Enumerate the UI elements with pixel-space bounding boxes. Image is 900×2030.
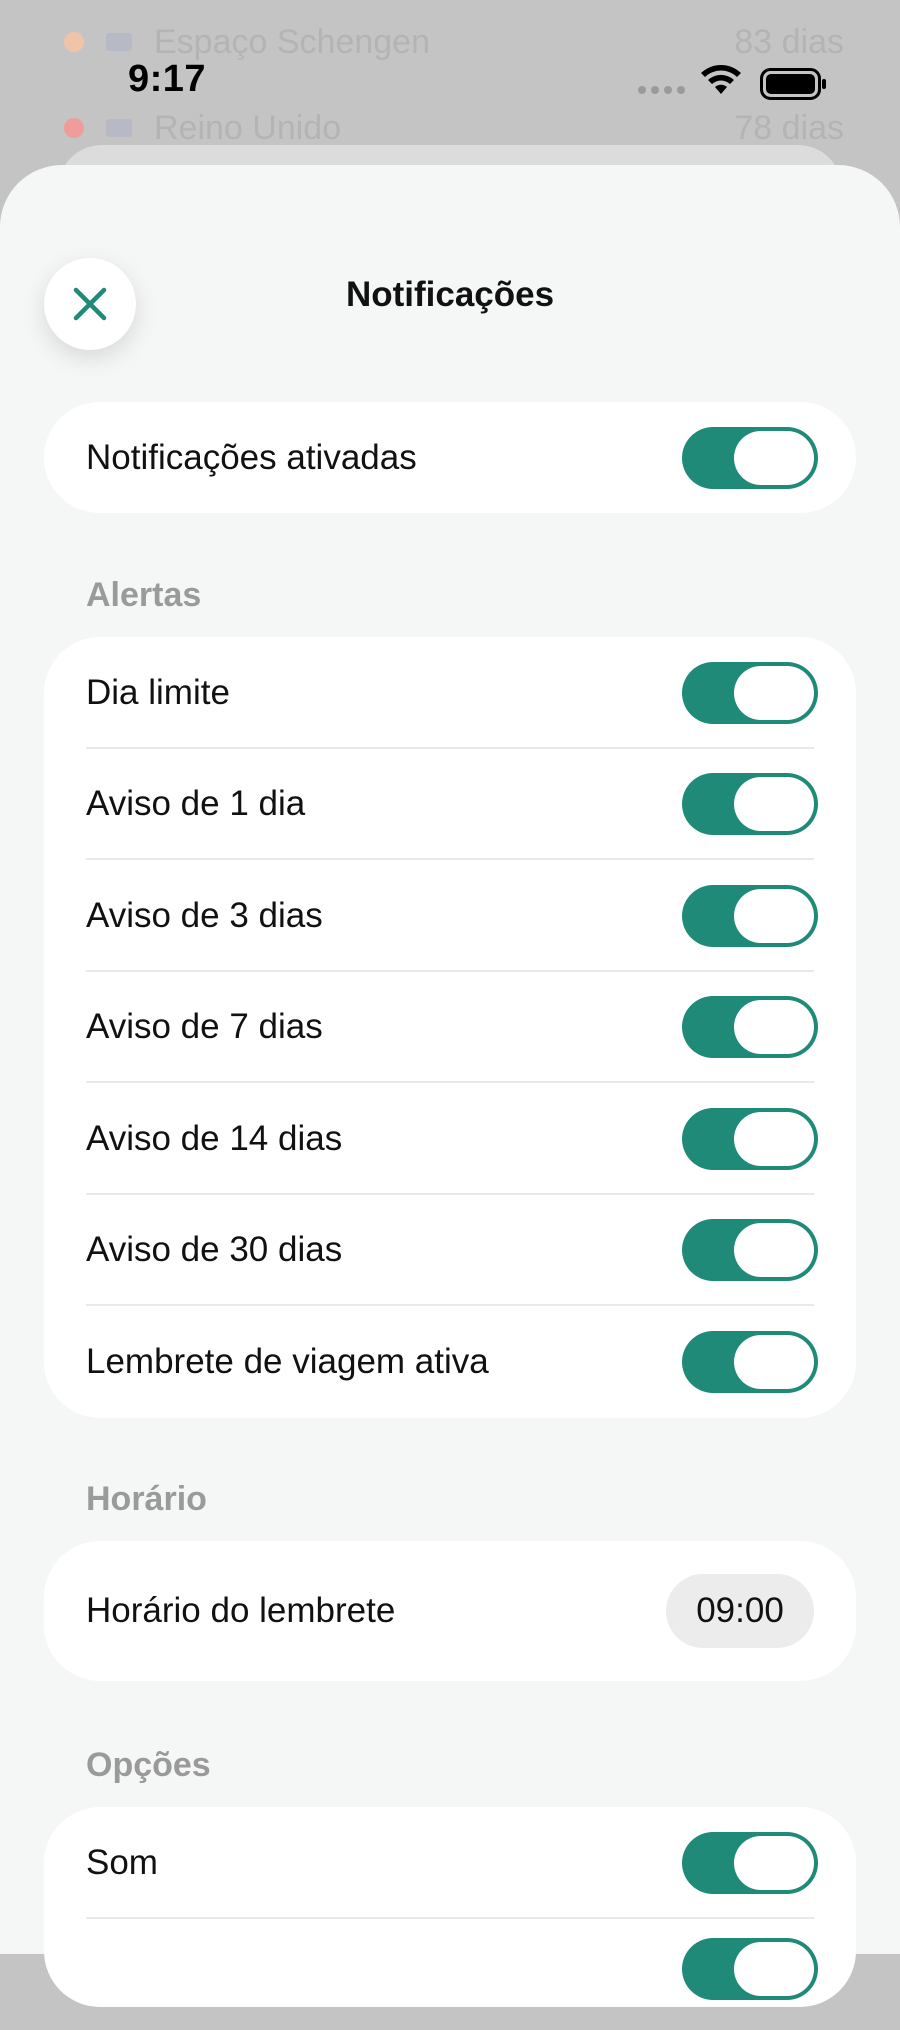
alert-toggle-3-days[interactable] [682, 885, 818, 947]
time-card: Horário do lembrete 09:00 [44, 1541, 856, 1681]
notifications-sheet: Notificações Notificações ativadas Alert… [0, 165, 900, 1954]
alert-toggle-7-days[interactable] [682, 996, 818, 1058]
flag-icon [106, 33, 132, 51]
flag-icon [106, 119, 132, 137]
options-card: Som [44, 1807, 856, 2007]
alert-label: Aviso de 14 dias [86, 1119, 342, 1159]
alert-toggle-deadline[interactable] [682, 662, 818, 724]
background-item-days: 83 dias [734, 23, 844, 62]
option-label: Som [86, 1843, 158, 1883]
alert-row-30-days: Aviso de 30 dias [44, 1195, 856, 1307]
reminder-time-picker[interactable]: 09:00 [666, 1574, 814, 1648]
option-row-second [44, 1919, 856, 2030]
alert-toggle-30-days[interactable] [682, 1219, 818, 1281]
alert-label: Aviso de 3 dias [86, 896, 323, 936]
alert-row-7-days: Aviso de 7 dias [44, 972, 856, 1084]
status-dot [64, 32, 84, 52]
section-title-time: Horário [86, 1480, 207, 1519]
section-title-options: Opções [86, 1746, 211, 1785]
alerts-card: Dia limite Aviso de 1 dia Aviso de 3 dia… [44, 637, 856, 1418]
alert-toggle-1-day[interactable] [682, 773, 818, 835]
alert-label: Lembrete de viagem ativa [86, 1342, 489, 1382]
alert-row-active-trip: Lembrete de viagem ativa [44, 1306, 856, 1418]
alert-row-14-days: Aviso de 14 dias [44, 1083, 856, 1195]
background-item-name: Reino Unido [154, 109, 341, 148]
master-toggle-label: Notificações ativadas [86, 438, 417, 478]
wifi-icon [698, 64, 744, 98]
reminder-time-label: Horário do lembrete [86, 1591, 395, 1631]
sound-toggle[interactable] [682, 1832, 818, 1894]
alert-row-1-day: Aviso de 1 dia [44, 749, 856, 861]
status-time: 9:17 [128, 58, 206, 101]
master-toggle-card: Notificações ativadas [44, 402, 856, 513]
background-item-days: 78 dias [734, 109, 844, 148]
alert-row-deadline: Dia limite [44, 637, 856, 749]
background-item-name: Espaço Schengen [154, 23, 430, 62]
battery-icon [760, 68, 828, 100]
section-title-alerts: Alertas [86, 576, 201, 615]
alert-row-3-days: Aviso de 3 dias [44, 860, 856, 972]
option-row-sound: Som [44, 1807, 856, 1919]
status-dot [64, 118, 84, 138]
reminder-time-row: Horário do lembrete 09:00 [44, 1541, 856, 1681]
signal-icon [638, 86, 685, 94]
sheet-title: Notificações [0, 235, 900, 355]
option-toggle-second[interactable] [682, 1938, 818, 2000]
alert-toggle-14-days[interactable] [682, 1108, 818, 1170]
alert-label: Aviso de 1 dia [86, 784, 305, 824]
alert-label: Aviso de 7 dias [86, 1007, 323, 1047]
alert-toggle-active-trip[interactable] [682, 1331, 818, 1393]
alert-label: Aviso de 30 dias [86, 1230, 342, 1270]
master-toggle-row: Notificações ativadas [44, 402, 856, 514]
notifications-enabled-toggle[interactable] [682, 427, 818, 489]
alert-label: Dia limite [86, 673, 230, 713]
